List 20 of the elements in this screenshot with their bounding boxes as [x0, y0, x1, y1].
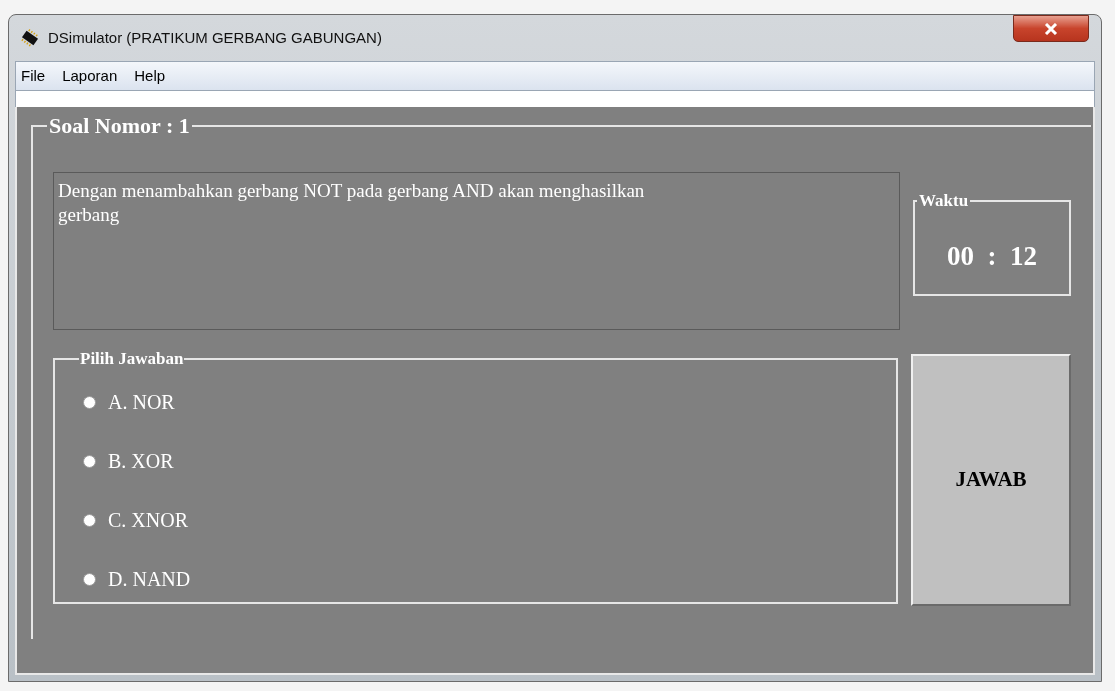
answer-option[interactable]: A. NOR [83, 381, 243, 423]
menu-item[interactable]: Help [134, 64, 166, 88]
menu-item[interactable]: File [21, 64, 46, 88]
group-title: Waktu [918, 190, 970, 212]
radio-button[interactable] [83, 513, 96, 527]
window-title: DSimulator (PRATIKUM GERBANG GABUNGAN) [48, 27, 382, 48]
answer-option[interactable]: C. XNOR [83, 499, 243, 541]
group-title: Pilih Jawaban [79, 348, 185, 370]
close-icon [1044, 22, 1058, 35]
answer-option[interactable]: B. XOR [83, 440, 243, 482]
menu-item[interactable]: Laporan [62, 64, 118, 88]
submit-button[interactable]: JAWAB [911, 354, 1071, 606]
radio-button[interactable] [83, 395, 96, 409]
question-text: Dengan menambahkan gerbang NOT pada gerbang AND akan menghasilkan gerbang [58, 179, 646, 227]
answer-option[interactable]: D. NAND [83, 558, 243, 600]
radio-button[interactable] [83, 454, 96, 468]
timer-value: 00 : 12 [947, 239, 1037, 273]
group-title: Soal Nomor : 1 [48, 112, 191, 140]
close-button[interactable] [1013, 15, 1089, 42]
radio-button[interactable] [83, 572, 96, 586]
